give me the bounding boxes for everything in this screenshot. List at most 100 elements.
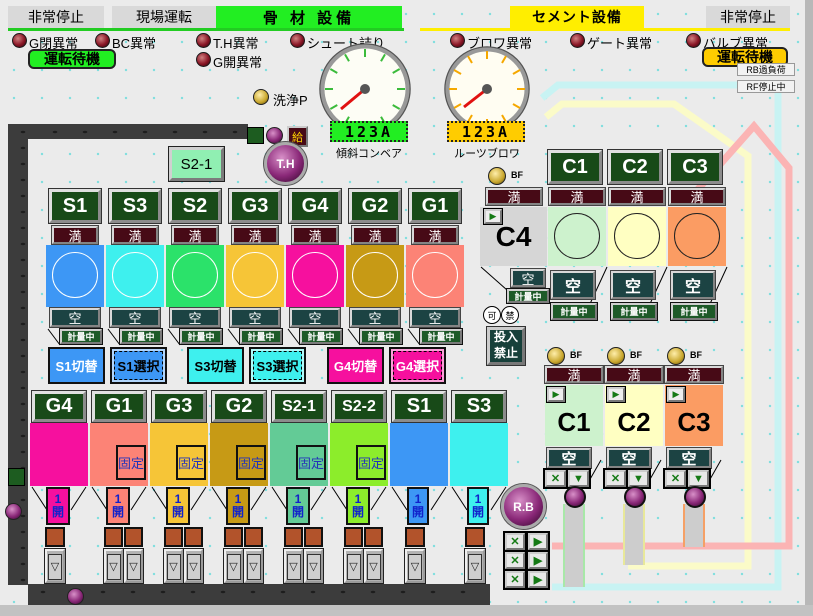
full-indicator: 満 [352,226,398,244]
vibrator-button[interactable]: ▽ [164,549,183,583]
charge-block-button[interactable]: 投入禁止 [487,327,525,365]
empty-indicator: 空 [110,308,160,327]
bf-label: BF [690,350,702,360]
cancel-button[interactable]: ✕ [505,552,525,569]
valve-alarm-lamp [686,33,701,48]
empty-indicator: 空 [230,308,280,327]
discharge-button[interactable]: ▼ [568,470,589,487]
cancel-button[interactable]: ✕ [505,533,525,550]
gate-open-button[interactable]: 1開 [407,487,429,525]
bc-alarm-label: BC異常 [112,33,156,52]
fixed-button[interactable]: 固定 [236,445,266,480]
silo-header: C2 [608,150,662,184]
discharge-gate [364,527,383,547]
silo-body [30,423,88,486]
vibrator-button[interactable]: ▽ [124,549,143,583]
vibrator-icon: ▽ [287,554,301,580]
vibrator-icon: ▽ [167,554,181,580]
gate-open-button[interactable]: 1開 [467,487,489,525]
left-status-box [8,468,25,486]
silo-header: G4 [32,391,86,422]
vibrator-button[interactable]: ▽ [184,549,203,583]
cement-pipe [683,504,705,547]
cancel-button[interactable]: ✕ [505,571,525,588]
silo-header: C3 [668,150,722,184]
vibrator-button[interactable]: ▽ [364,549,383,583]
play-button[interactable]: ▶ [547,387,565,402]
forbid-toggle[interactable]: 禁 [501,306,519,324]
play-button[interactable]: ▶ [607,387,625,402]
discharge-gate [244,527,263,547]
start-button[interactable]: ▶ [528,533,548,550]
bf-label: BF [630,350,642,360]
full-indicator: 満 [609,188,665,205]
discharge-gate [124,527,143,547]
gate-open-button[interactable]: 1開 [226,487,250,525]
vibrator-button[interactable]: ▽ [45,549,65,583]
vibrator-button[interactable]: ▽ [344,549,363,583]
fixed-button[interactable]: 固定 [176,445,206,480]
vibrator-button[interactable]: ▽ [405,549,425,583]
hmi-screen: 非常停止 現場運転 骨 材 設備 セメント設備 非常停止 G閉異常 BC異常 T… [0,0,813,616]
s1-select-button[interactable]: S1選択 [110,347,167,384]
vibrator-button[interactable]: ▽ [224,549,243,583]
cancel-button[interactable]: ✕ [665,470,686,487]
full-indicator: 満 [669,188,725,205]
fixed-button[interactable]: 固定 [296,445,326,480]
s1-switch-button[interactable]: S1切替 [48,347,105,384]
empty-indicator: 空 [607,448,651,468]
play-button[interactable]: ▶ [484,209,502,224]
discharge-gate [164,527,183,547]
fixed-button[interactable]: 固定 [356,445,386,480]
empty-indicator: 空 [170,308,220,327]
s3-switch-button[interactable]: S3切替 [187,347,244,384]
vibrator-button[interactable]: ▽ [465,549,485,583]
cancel-button[interactable]: ✕ [605,470,626,487]
discharge-button[interactable]: ▼ [688,470,709,487]
discharge-button[interactable]: ▼ [628,470,649,487]
empty-indicator: 空 [671,271,715,299]
gate-open-button[interactable]: 1開 [106,487,130,525]
empty-indicator: 空 [667,448,711,468]
gate-alarm-label: ゲート異常 [587,33,652,52]
vibrator-button[interactable]: ▽ [284,549,303,583]
g4-select-button[interactable]: G4選択 [389,347,446,384]
silo-header: S2-2 [332,391,386,422]
g4-switch-button[interactable]: G4切替 [327,347,384,384]
rf-stop-note: RF停止中 [737,80,795,93]
play-button[interactable]: ▶ [667,387,685,402]
g-close-alarm-lamp [12,33,27,48]
s2-1-select-button[interactable]: S2-1 [169,147,224,181]
full-indicator: 満 [172,226,218,244]
weighing-indicator: 計量中 [360,329,402,344]
silo-header: S3 [109,189,161,223]
rb-overload-note: RB過負荷 [737,63,795,76]
gate-open-button[interactable]: 1開 [346,487,370,525]
bottom-bar [0,605,813,616]
start-button[interactable]: ▶ [528,571,548,588]
bf-label: BF [511,170,523,180]
allow-toggle[interactable]: 可 [483,306,501,324]
vibrator-button[interactable]: ▽ [244,549,263,583]
discharge-gate [405,527,425,547]
discharge-gate [284,527,303,547]
discharge-gate [45,527,65,547]
cancel-button[interactable]: ✕ [545,470,566,487]
silo-header: G3 [152,391,206,422]
silo-body [390,423,448,486]
cement-pipe [563,504,585,587]
start-button[interactable]: ▶ [528,552,548,569]
gate-open-button[interactable]: 1開 [166,487,190,525]
full-indicator: 満 [545,366,603,383]
vibrator-icon: ▽ [347,554,361,580]
s3-select-button[interactable]: S3選択 [249,347,306,384]
bc-alarm-lamp [95,33,110,48]
silo-header: G1 [92,391,146,422]
blower-gauge [444,46,530,132]
gate-open-button[interactable]: 1開 [46,487,70,525]
vibrator-button[interactable]: ▽ [104,549,123,583]
full-indicator: 満 [549,188,605,205]
gate-open-button[interactable]: 1開 [286,487,310,525]
fixed-button[interactable]: 固定 [116,445,146,480]
vibrator-button[interactable]: ▽ [304,549,323,583]
